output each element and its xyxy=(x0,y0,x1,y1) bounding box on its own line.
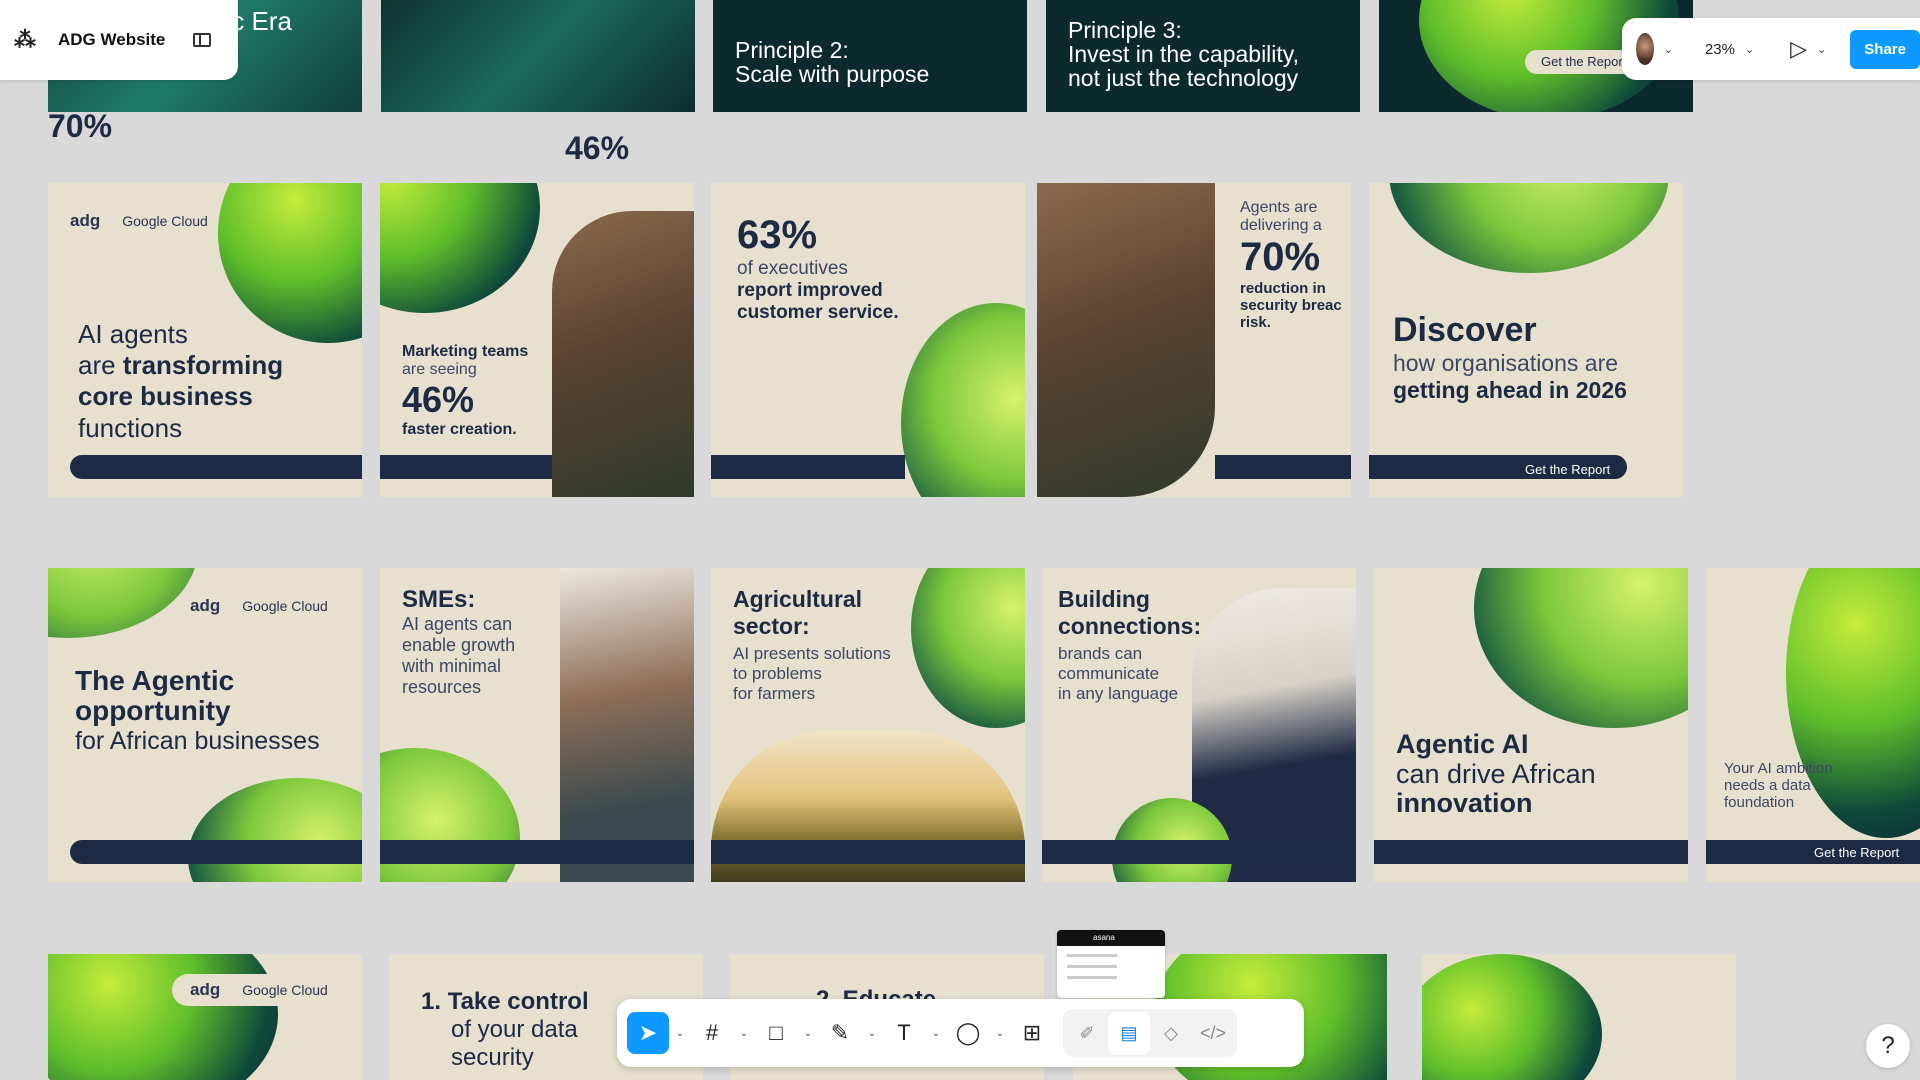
chevron-down-icon[interactable]: ⌄ xyxy=(861,1028,883,1039)
file-name[interactable]: ADG Website xyxy=(58,30,165,50)
chevron-down-icon[interactable]: ⌄ xyxy=(733,1028,755,1039)
card-text: Building connections: brands can communi… xyxy=(1058,586,1202,703)
footer-bar xyxy=(711,840,1025,864)
zoom-level[interactable]: 23% xyxy=(1705,41,1735,58)
card-row4-5[interactable] xyxy=(1422,954,1736,1080)
placeholder-line xyxy=(1067,976,1117,979)
stat-label: 46% xyxy=(565,130,630,166)
organic-graphic xyxy=(48,954,278,1080)
chevron-down-icon[interactable]: ⌄ xyxy=(1745,43,1754,56)
card-agentic-opportunity[interactable]: adg Google Cloud The Agentic opportunity … xyxy=(48,568,362,882)
card-text: Your AI ambition needs a data foundation xyxy=(1724,760,1833,811)
card-smes[interactable]: SMEs: AI agents can enable growth with m… xyxy=(380,568,694,882)
move-tool-icon[interactable]: ➤ xyxy=(627,1012,669,1054)
help-button[interactable]: ? xyxy=(1866,1024,1910,1068)
card-data-foundation[interactable]: Your AI ambition needs a data foundation… xyxy=(1706,568,1920,882)
asana-brand: asana xyxy=(1057,930,1165,946)
photo-woman-working xyxy=(560,568,694,882)
card-text: Agricultural sector: AI presents solutio… xyxy=(733,586,891,703)
dev-mode-icon[interactable]: </> xyxy=(1192,1012,1234,1054)
footer-bar xyxy=(1042,840,1356,864)
toggle-sidebar-icon[interactable] xyxy=(193,33,212,47)
card-text: SMEs: AI agents can enable growth with m… xyxy=(402,586,516,697)
text-tool-icon[interactable]: T xyxy=(883,1012,925,1054)
chevron-down-icon[interactable]: ⌄ xyxy=(925,1028,947,1039)
chevron-down-icon[interactable]: ⌄ xyxy=(1664,43,1673,56)
card-agentic-innovation[interactable]: Agentic AI can drive African innovation xyxy=(1374,568,1688,882)
brand-logo: adg Google Cloud xyxy=(172,974,346,1006)
photo-women-meeting xyxy=(552,211,694,497)
card-top-4[interactable]: Principle 3: Invest in the capability, n… xyxy=(1046,0,1360,112)
get-report-button[interactable]: Get the Report xyxy=(1814,845,1899,860)
organic-graphic xyxy=(1389,183,1669,273)
top-right-controls: ⌄ 23% ⌄ ▷ ⌄ Share xyxy=(1622,18,1920,80)
draw-mode-icon[interactable]: ✐ xyxy=(1066,1012,1108,1054)
rectangle-tool-icon[interactable]: □ xyxy=(755,1012,797,1054)
card-text: AI agents are transforming core business… xyxy=(78,319,284,443)
card-title: Principle 3: Invest in the capability, n… xyxy=(1068,17,1299,92)
get-report-button[interactable]: Get the Report xyxy=(1525,462,1610,477)
chevron-down-icon[interactable]: ⌄ xyxy=(669,1028,691,1039)
card-connections[interactable]: Building connections: brands can communi… xyxy=(1042,568,1356,882)
frame-tool-icon[interactable]: # xyxy=(691,1012,733,1054)
pen-tool-icon[interactable]: ✎ xyxy=(819,1012,861,1054)
comment-tool-icon[interactable]: ◯ xyxy=(947,1012,989,1054)
card-text: The Agentic opportunity for African busi… xyxy=(75,665,320,756)
asana-embed[interactable]: asana xyxy=(1057,930,1165,998)
footer-bar xyxy=(380,455,552,479)
placeholder-line xyxy=(1067,954,1117,957)
card-ai-agents[interactable]: adg Google Cloud AI agents are transformi… xyxy=(48,183,362,497)
organic-graphic xyxy=(48,568,198,638)
card-text: Agents are delivering a 70% reduction in… xyxy=(1240,199,1342,331)
tool-bar: ➤ ⌄ # ⌄ □ ⌄ ✎ ⌄ T ⌄ ◯ ⌄ ⊞ ✐ ▤ ◇ </> xyxy=(617,999,1304,1067)
organic-graphic xyxy=(380,183,540,313)
card-text: Agentic AI can drive African innovation xyxy=(1396,729,1596,819)
photo-office-meeting xyxy=(1037,183,1215,497)
mode-switcher: ✐ ▤ ◇ </> xyxy=(1063,1009,1237,1057)
footer-bar xyxy=(1374,840,1688,864)
card-marketing[interactable]: Marketing teams are seeing 46% faster cr… xyxy=(380,183,694,497)
footer-bar xyxy=(70,840,362,864)
avatar[interactable] xyxy=(1636,33,1654,65)
wave-graphic xyxy=(381,0,695,112)
organic-graphic xyxy=(901,303,1025,497)
card-agricultural[interactable]: Agricultural sector: AI presents solutio… xyxy=(711,568,1025,882)
card-text: Discover how organisations are getting a… xyxy=(1393,311,1627,403)
chevron-down-icon[interactable]: ⌄ xyxy=(797,1028,819,1039)
organic-graphic xyxy=(911,568,1025,728)
organic-graphic xyxy=(1474,568,1688,728)
present-play-icon[interactable]: ▷ xyxy=(1790,36,1807,62)
brand-logo: adg Google Cloud xyxy=(70,211,208,230)
card-discover[interactable]: Discover how organisations are getting a… xyxy=(1369,183,1683,497)
design-mode-icon[interactable]: ▤ xyxy=(1108,1012,1150,1054)
chevron-down-icon[interactable]: ⌄ xyxy=(1817,43,1826,56)
brand-logo: adg Google Cloud xyxy=(190,596,328,615)
card-text: 1. Take control of your data security xyxy=(421,988,589,1071)
chevron-down-icon[interactable]: ⌄ xyxy=(989,1028,1011,1039)
footer-bar xyxy=(1215,455,1351,479)
placeholder-line xyxy=(1067,965,1117,968)
footer-bar xyxy=(380,840,694,864)
card-row4-1[interactable]: adg Google Cloud xyxy=(48,954,362,1080)
card-text: 63% of executives report improved custom… xyxy=(737,213,899,323)
organic-graphic xyxy=(1422,954,1602,1080)
figma-logo-icon[interactable]: ⁂ xyxy=(14,27,36,53)
card-top-3[interactable]: Principle 2: Scale with purpose xyxy=(713,0,1027,112)
stat-label: 70% xyxy=(48,108,113,144)
card-security[interactable]: Agents are delivering a 70% reduction in… xyxy=(1037,183,1351,497)
card-top-2[interactable] xyxy=(381,0,695,112)
file-menu[interactable]: ⁂ ADG Website xyxy=(0,0,238,80)
card-executives[interactable]: 63% of executives report improved custom… xyxy=(711,183,1025,497)
card-text: Marketing teams are seeing 46% faster cr… xyxy=(402,343,529,438)
organic-graphic xyxy=(188,778,362,882)
footer-bar xyxy=(711,455,905,479)
card-title: Principle 2: Scale with purpose xyxy=(735,37,930,88)
share-button[interactable]: Share xyxy=(1850,29,1920,69)
footer-bar xyxy=(70,455,362,479)
prototype-mode-icon[interactable]: ◇ xyxy=(1150,1012,1192,1054)
actions-tool-icon[interactable]: ⊞ xyxy=(1011,1012,1053,1054)
